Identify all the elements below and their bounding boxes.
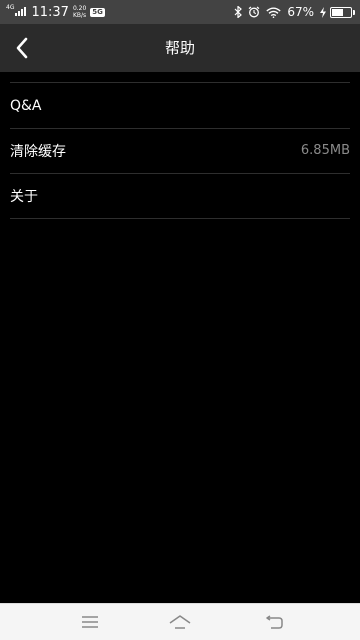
back-icon bbox=[266, 615, 283, 629]
page-title: 帮助 bbox=[164, 39, 195, 57]
nav-home-button[interactable] bbox=[150, 604, 210, 640]
list-item-about[interactable]: 关于 bbox=[0, 173, 360, 219]
network-type-label: 4G bbox=[6, 4, 15, 11]
menu-icon bbox=[82, 616, 98, 628]
nav-back-button[interactable] bbox=[245, 604, 305, 640]
network-speed-unit: KB/s bbox=[72, 12, 87, 19]
status-bar: 4G 11:37 0.20 KB/s 5G 67% bbox=[0, 0, 360, 24]
battery-level-fill bbox=[332, 8, 343, 16]
title-bar: 帮助 bbox=[0, 24, 360, 72]
battery-percent: 67% bbox=[287, 5, 314, 19]
alarm-icon bbox=[248, 6, 260, 18]
list-divider bbox=[10, 218, 350, 219]
status-left: 4G 11:37 0.20 KB/s 5G bbox=[6, 0, 105, 24]
list-item-clear-cache[interactable]: 清除缓存 6.85MB bbox=[0, 128, 360, 174]
bluetooth-icon bbox=[234, 6, 243, 18]
charging-icon bbox=[320, 6, 326, 18]
system-nav-bar bbox=[0, 603, 360, 640]
list-item-qa[interactable]: Q&A bbox=[0, 83, 360, 129]
list-item-label: Q&A bbox=[10, 97, 42, 114]
home-icon bbox=[169, 615, 191, 629]
nav-menu-button[interactable] bbox=[60, 604, 120, 640]
help-settings-list: Q&A 清除缓存 6.85MB 关于 bbox=[0, 82, 360, 219]
list-item-label: 清除缓存 bbox=[10, 143, 66, 160]
network-speed-value: 0.20 bbox=[72, 5, 87, 12]
app-screen: 4G 11:37 0.20 KB/s 5G 67% 帮助 Q&A 清除缓存 6.… bbox=[0, 0, 360, 640]
network-speed: 0.20 KB/s bbox=[73, 5, 86, 19]
notification-badge: 5G bbox=[90, 7, 105, 17]
battery-icon bbox=[330, 6, 355, 18]
status-right: 67% bbox=[228, 0, 355, 24]
status-clock: 11:37 bbox=[31, 4, 69, 20]
signal-icon bbox=[15, 7, 27, 16]
list-item-label: 关于 bbox=[10, 188, 38, 205]
wifi-icon bbox=[266, 7, 281, 18]
cache-size-value: 6.85MB bbox=[300, 143, 350, 158]
